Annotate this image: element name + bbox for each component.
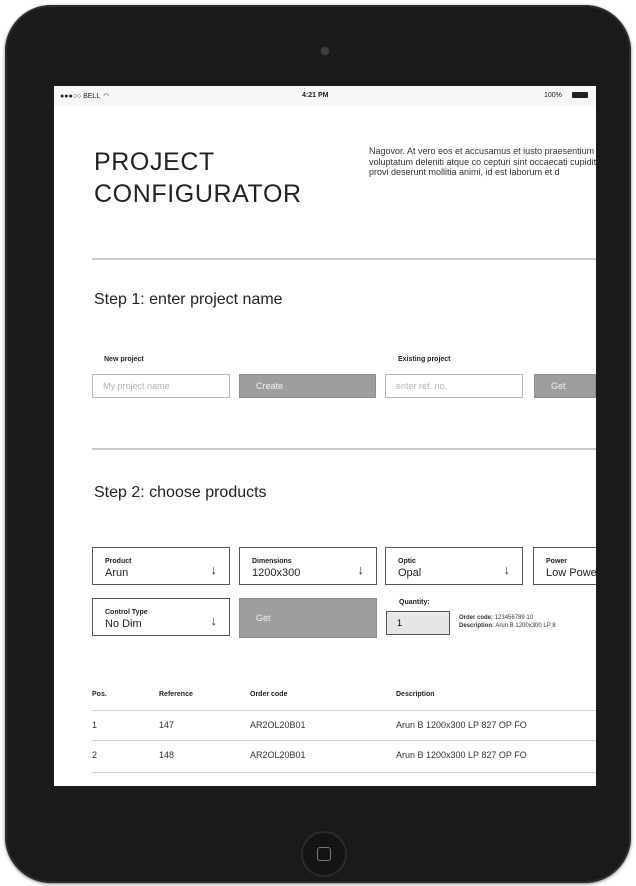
new-project-label: New project [104,356,144,363]
order-code-line: Order code: 123456789 10 [459,614,556,622]
screen: ●●●○○ BELL ◠ 4:21 PM 100% PROJECT CONFIGU… [54,86,596,786]
cell-description: Arun B 1200x300 LP 827 OP FO [396,750,527,760]
ref-number-input[interactable] [385,374,523,398]
cell-order-code: AR2OL20B01 [250,720,306,730]
title-line-2: CONFIGURATOR [94,180,302,208]
row-divider [92,740,596,741]
control-type-dropdown[interactable]: Control Type No Dim ↓ [92,598,230,636]
new-project-input[interactable] [92,374,230,398]
header-description: Description [396,691,435,698]
row-divider [92,710,596,711]
page-title: PROJECT CONFIGURATOR [94,146,302,210]
cell-pos: 2 [92,750,98,760]
battery-icon [572,92,588,98]
quantity-input[interactable] [386,611,450,635]
description-value: Arun B 1200x300 LP 8 [495,623,556,629]
description-label: Description: [459,623,495,629]
carrier-name: BELL [83,93,101,100]
divider-1 [92,258,596,260]
home-button[interactable] [301,831,347,877]
dimensions-value: 1200x300 [252,567,301,579]
arrow-down-icon: ↓ [503,562,511,577]
order-code-label: Order code: [459,615,494,621]
cell-pos: 1 [92,720,98,730]
header-order-code: Order code [250,691,288,698]
step2-heading: Step 2: choose products [94,484,267,501]
description-line: Description: Arun B 1200x300 LP 8 [459,622,556,630]
product-value: Arun [105,567,129,579]
power-dropdown[interactable]: Power Low Power [533,547,596,585]
arrow-down-icon: ↓ [210,613,218,628]
cell-reference: 148 [159,750,175,760]
row-divider [92,772,596,773]
status-bar: ●●●○○ BELL ◠ 4:21 PM 100% [54,86,596,106]
order-code-info: Order code: 123456789 10 Description: Ar… [459,614,556,630]
create-button[interactable]: Create [239,374,376,398]
wifi-icon: ◠ [103,93,110,100]
cell-order-code: AR2OL20B01 [250,750,306,760]
step1-heading: Step 1: enter project name [94,291,283,308]
battery-percent: 100% [544,92,562,99]
arrow-down-icon: ↓ [210,562,218,577]
optic-label: Optic [398,558,416,565]
get-project-button[interactable]: Get [534,374,596,398]
product-dropdown[interactable]: Product Arun ↓ [92,547,230,585]
title-line-1: PROJECT [94,148,215,176]
intro-text: Nagovor. At vero eos et accusamus et ius… [369,146,596,177]
header-pos: Pos. [92,691,107,698]
carrier-signal: ●●●○○ BELL ◠ [60,93,110,100]
power-value: Low Power [546,567,596,579]
control-type-value: No Dim [105,618,142,630]
cell-description: Arun B 1200x300 LP 827 OP FO [396,720,527,730]
arrow-down-icon: ↓ [357,562,365,577]
optic-value: Opal [398,567,422,579]
order-code-value: 123456789 10 [494,615,534,621]
cell-reference: 147 [159,720,175,730]
status-time: 4:21 PM [302,92,329,99]
power-label: Power [546,558,568,565]
camera [321,47,329,55]
product-label: Product [105,558,132,565]
control-type-label: Control Type [105,609,148,616]
existing-project-label: Existing project [398,356,451,363]
header-reference: Reference [159,691,193,698]
optic-dropdown[interactable]: Optic Opal ↓ [385,547,523,585]
home-square-icon [317,847,331,861]
dimensions-label: Dimensions [252,558,292,565]
divider-2 [92,448,596,450]
dimensions-dropdown[interactable]: Dimensions 1200x300 ↓ [239,547,377,585]
quantity-label: Quantity: [399,599,430,606]
get-products-button[interactable]: Get [239,598,377,638]
